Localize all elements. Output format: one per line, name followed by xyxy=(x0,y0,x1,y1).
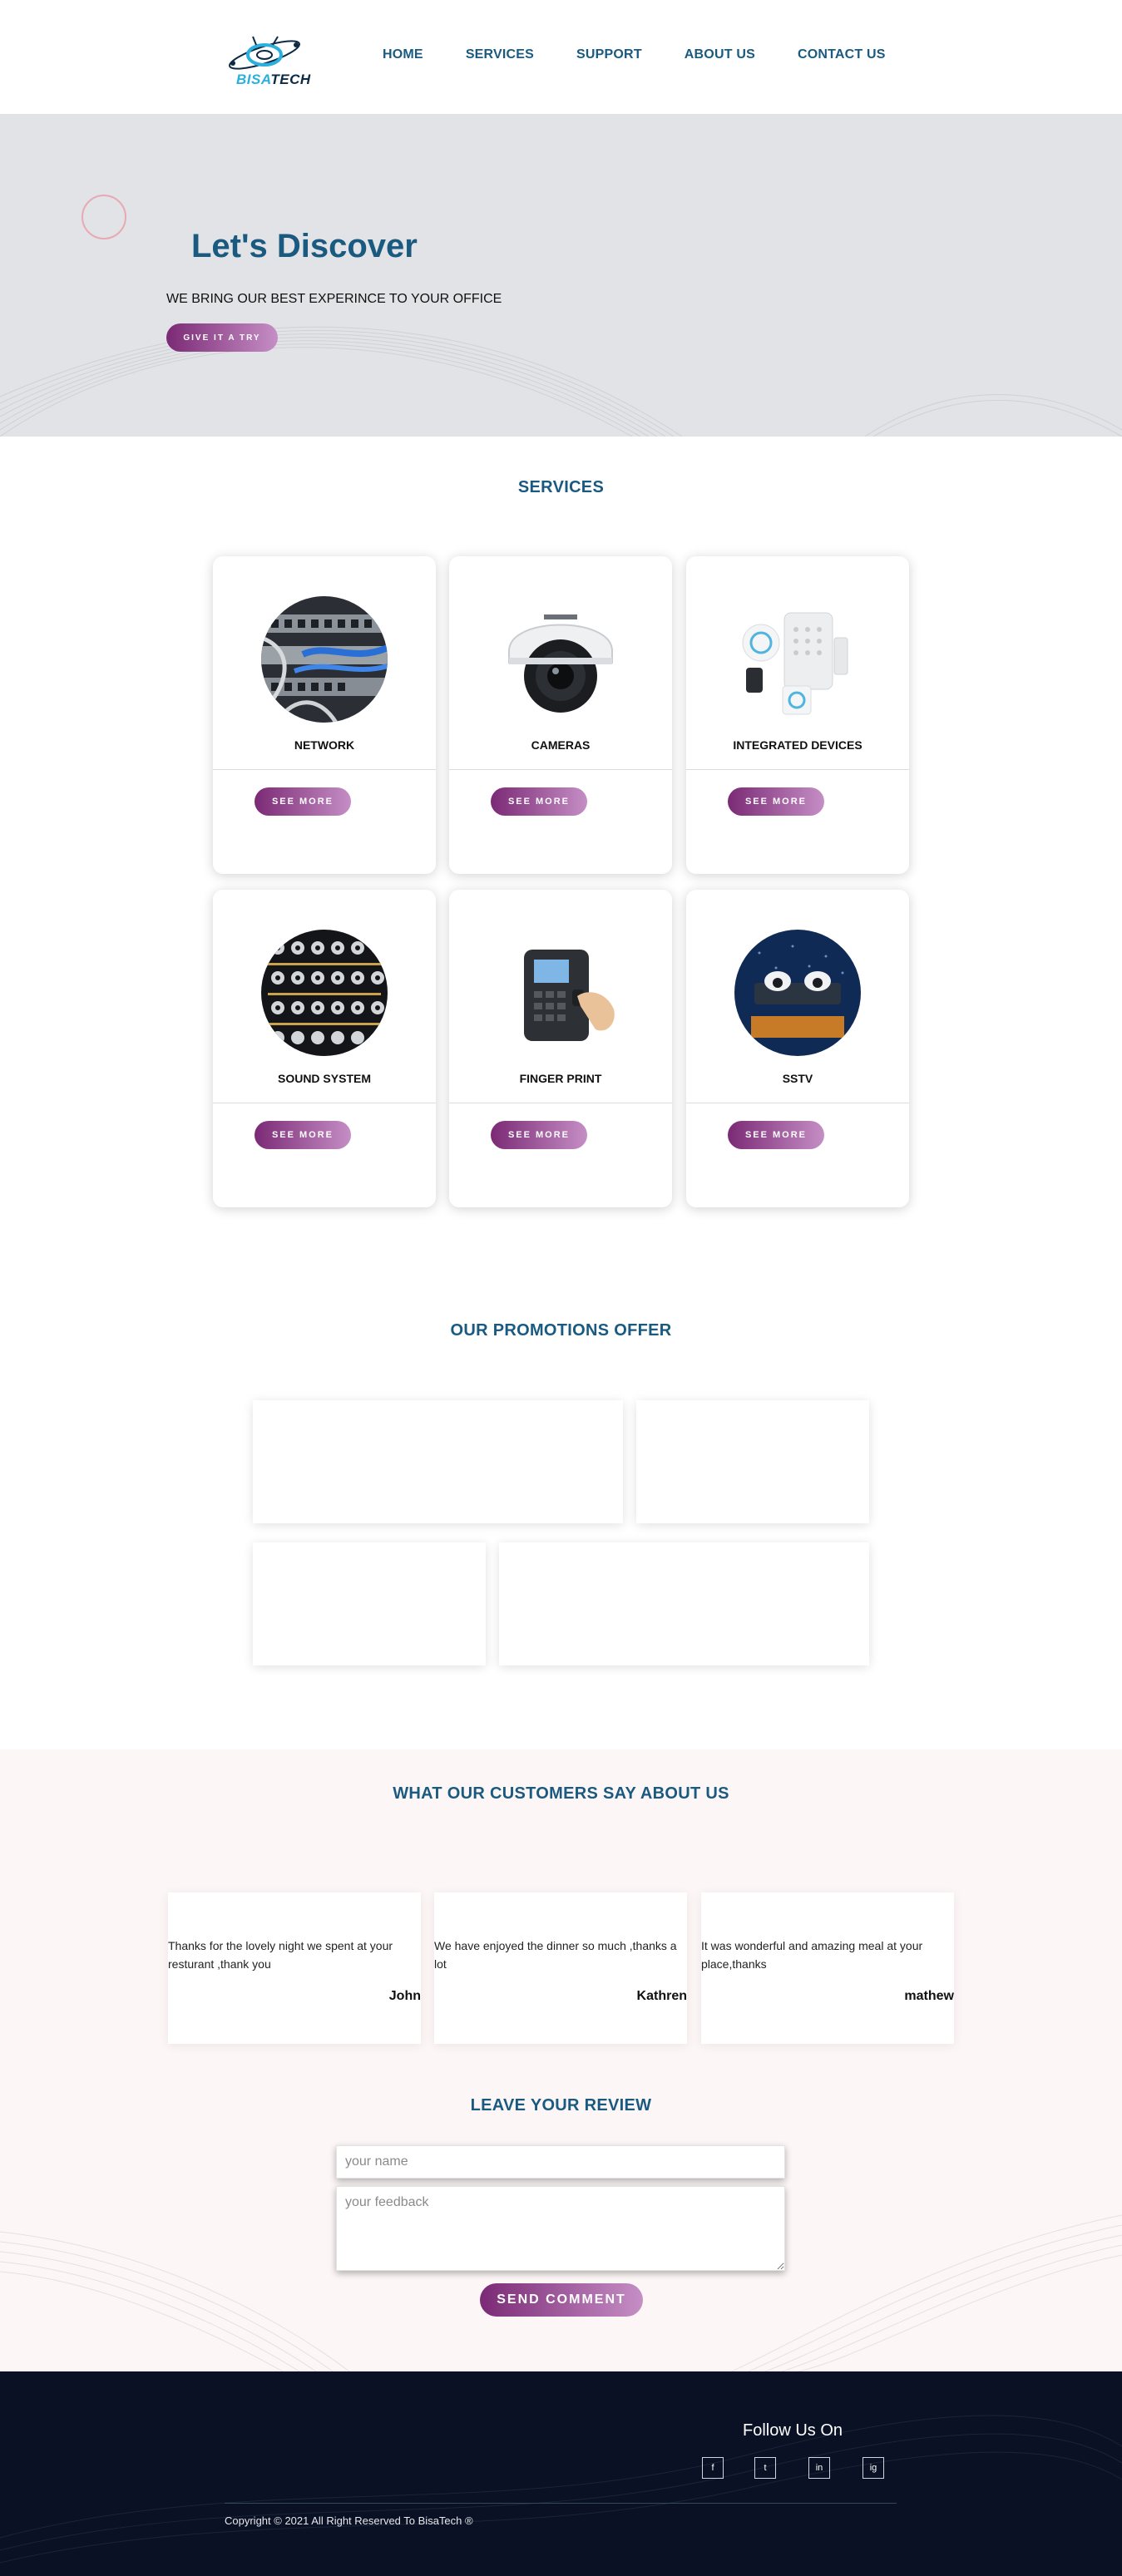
site-header: BISATECH HOME SERVICES SUPPORT ABOUT US … xyxy=(0,0,1122,114)
promotions-title: OUR PROMOTIONS OFFER xyxy=(450,1321,672,1340)
nav-contact-us[interactable]: CONTACT US xyxy=(798,47,886,62)
see-more-button-integrated-devices[interactable]: SEE MORE xyxy=(728,787,824,816)
footer-dots-decoration xyxy=(0,2415,1122,2564)
service-card-sstv: SSTV SEE MORE xyxy=(686,890,909,1207)
facebook-icon[interactable]: f xyxy=(702,2457,724,2479)
integrated-devices-icon xyxy=(734,596,861,723)
see-more-button-cameras[interactable]: SEE MORE xyxy=(491,787,587,816)
testimonial-quote: We have enjoyed the dinner so much ,than… xyxy=(434,1939,677,1971)
testimonial-author: Kathren xyxy=(636,1989,687,2003)
card-divider xyxy=(213,769,436,770)
fingerprint-icon xyxy=(497,930,624,1056)
card-divider xyxy=(686,769,909,770)
testimonials-section: WHAT OUR CUSTOMERS SAY ABOUT US Thanks f… xyxy=(0,1749,1122,2371)
testimonial-quote: It was wonderful and amazing meal at you… xyxy=(701,1939,923,1971)
testimonial-card-3: It was wonderful and amazing meal at you… xyxy=(701,1893,954,2044)
testimonial-card-2: We have enjoyed the dinner so much ,than… xyxy=(434,1893,687,2044)
service-card-cameras: CAMERAS SEE MORE xyxy=(449,556,672,874)
linkedin-icon[interactable]: in xyxy=(808,2457,830,2479)
services-title: SERVICES xyxy=(517,478,605,496)
hero-section: Let's Discover WE BRING OUR BEST EXPERIN… xyxy=(0,114,1122,437)
review-name-input[interactable] xyxy=(336,2145,785,2179)
see-more-button-sstv[interactable]: SEE MORE xyxy=(728,1121,824,1149)
copyright-text: Copyright © 2021 All Right Reserved To B… xyxy=(225,2514,473,2527)
testimonial-wave-decoration xyxy=(0,2214,1122,2371)
nav-support[interactable]: SUPPORT xyxy=(576,47,642,62)
testimonial-author: John xyxy=(388,1989,421,2003)
testimonials-title: WHAT OUR CUSTOMERS SAY ABOUT US xyxy=(393,1784,729,1803)
hero-circle-decoration xyxy=(82,195,126,239)
service-name-finger-print: FINGER PRINT xyxy=(519,1072,602,1085)
follow-us-title: Follow Us On xyxy=(743,2421,843,2440)
main-nav: HOME SERVICES SUPPORT ABOUT US CONTACT U… xyxy=(383,47,928,62)
network-icon xyxy=(261,596,388,723)
service-name-network: NETWORK xyxy=(294,738,355,752)
nav-home[interactable]: HOME xyxy=(383,47,423,62)
promotion-tile-2[interactable] xyxy=(636,1400,869,1523)
promotion-tile-1[interactable] xyxy=(253,1400,623,1523)
instagram-icon[interactable]: ig xyxy=(863,2457,884,2479)
see-more-button-network[interactable]: SEE MORE xyxy=(255,787,351,816)
promotion-tile-4[interactable] xyxy=(499,1542,869,1666)
nav-services[interactable]: SERVICES xyxy=(466,47,534,62)
service-card-integrated-devices: INTEGRATED DEVICES SEE MORE xyxy=(686,556,909,874)
service-name-cameras: CAMERAS xyxy=(531,738,591,752)
service-name-sound-system: SOUND SYSTEM xyxy=(277,1072,371,1085)
footer-divider xyxy=(225,2503,897,2504)
service-card-finger-print: FINGER PRINT SEE MORE xyxy=(449,890,672,1207)
logo-wordmark-part1: BISA xyxy=(236,72,271,87)
logo-wordmark-part2: TECH xyxy=(270,72,311,87)
testimonial-author: mathew xyxy=(904,1989,954,2003)
hero-title: Let's Discover xyxy=(191,228,418,264)
hero-wave-decoration xyxy=(0,326,1122,437)
see-more-button-sound-system[interactable]: SEE MORE xyxy=(255,1121,351,1149)
twitter-icon[interactable]: t xyxy=(754,2457,776,2479)
sstv-icon xyxy=(734,930,861,1056)
site-footer: Follow Us On f t in ig Copyright © 2021 … xyxy=(0,2371,1122,2576)
hero-subtitle: WE BRING OUR BEST EXPERINCE TO YOUR OFFI… xyxy=(166,292,502,306)
service-name-sstv: SSTV xyxy=(782,1072,813,1085)
logo-wordmark: BISATECH xyxy=(236,72,311,88)
review-feedback-textarea[interactable] xyxy=(336,2186,785,2271)
card-divider xyxy=(449,769,672,770)
nav-about-us[interactable]: ABOUT US xyxy=(685,47,755,62)
review-title: LEAVE YOUR REVIEW xyxy=(470,2096,652,2115)
testimonial-card-1: Thanks for the lovely night we spent at … xyxy=(168,1893,421,2044)
promotion-tile-3[interactable] xyxy=(253,1542,486,1666)
service-card-sound-system: SOUND SYSTEM SEE MORE xyxy=(213,890,436,1207)
testimonial-quote: Thanks for the lovely night we spent at … xyxy=(168,1939,393,1971)
give-it-a-try-button[interactable]: GIVE IT A TRY xyxy=(166,323,278,352)
camera-icon xyxy=(497,596,624,723)
send-comment-button[interactable]: SEND COMMENT xyxy=(480,2283,643,2317)
sound-system-icon xyxy=(261,930,388,1056)
service-name-integrated-devices: INTEGRATED DEVICES xyxy=(733,738,863,752)
service-card-network: NETWORK SEE MORE xyxy=(213,556,436,874)
see-more-button-finger-print[interactable]: SEE MORE xyxy=(491,1121,587,1149)
